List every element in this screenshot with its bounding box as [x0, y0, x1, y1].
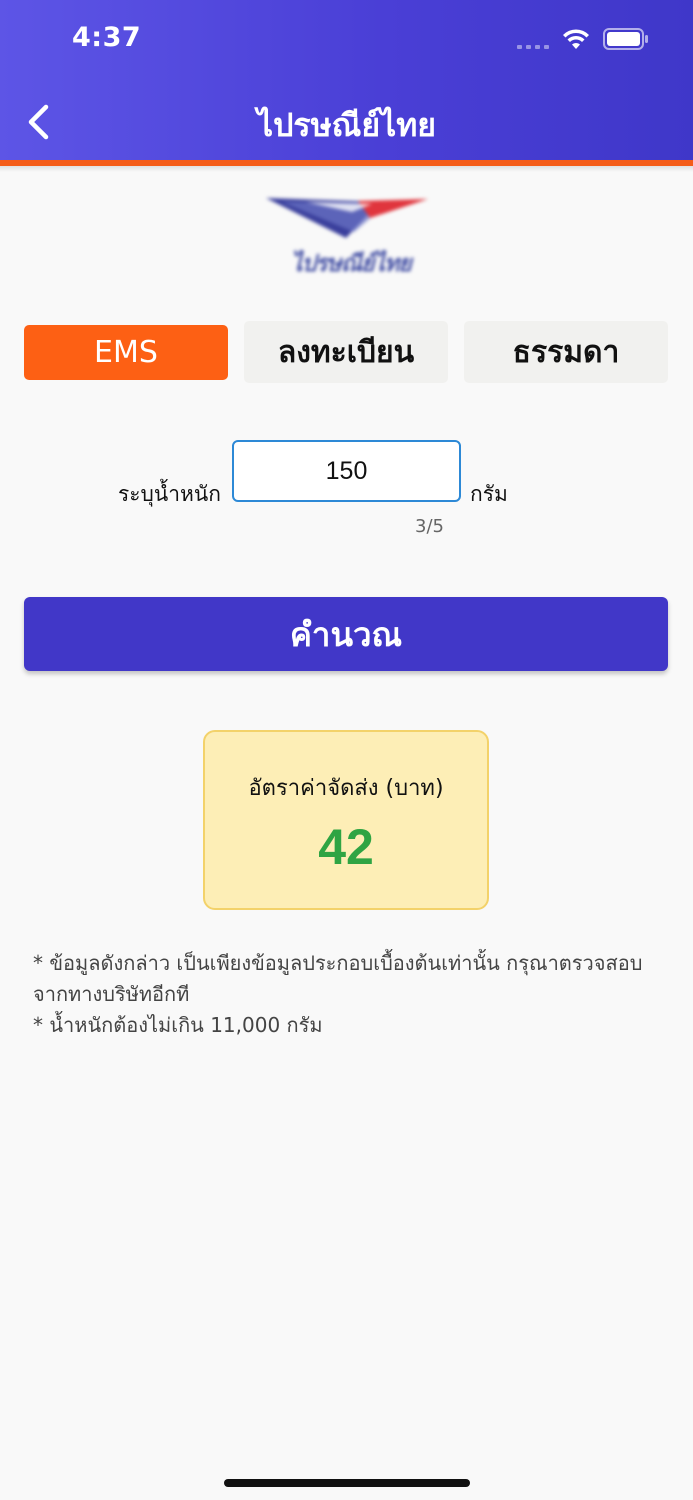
shipping-rate-card: อัตราค่าจัดส่ง (บาท) 42: [203, 730, 489, 910]
wifi-icon: [563, 29, 589, 49]
weight-label: ระบุน้ำหนัก: [118, 482, 221, 506]
shipping-rate-label: อัตราค่าจัดส่ง (บาท): [248, 776, 444, 801]
cellular-signal-icon: [517, 29, 549, 49]
shipping-rate-value: 42: [318, 819, 374, 875]
tab-normal[interactable]: ธรรมดา: [464, 321, 668, 383]
character-counter: 3/5: [415, 516, 444, 537]
status-time: 4:37: [72, 22, 142, 53]
page-title: ไปรษณีย์ไทย: [256, 106, 437, 144]
battery-icon: [603, 28, 648, 50]
logo-text: ไปรษณีย์ไทย: [291, 251, 412, 277]
disclaimer-notes: * ข้อมูลดังกล่าว เป็นเพียงข้อมูลประกอบเบ…: [33, 948, 658, 1041]
unit-label: กรัม: [470, 482, 508, 506]
tab-ems[interactable]: EMS: [24, 325, 228, 380]
tab-registered[interactable]: ลงทะเบียน: [244, 321, 448, 383]
calculate-button[interactable]: คำนวณ: [24, 597, 668, 671]
home-indicator[interactable]: [224, 1479, 470, 1487]
logo-wing-icon: [266, 198, 428, 238]
weight-input[interactable]: [232, 440, 461, 502]
status-icons: [517, 26, 649, 52]
weight-limit-note: * น้ำหนักต้องไม่เกิน 11,000 กรัม: [33, 1013, 323, 1037]
thailand-post-logo: ไปรษณีย์ไทย: [262, 192, 432, 284]
header-shadow: [0, 166, 693, 172]
screen: 4:37 ไปรษณีย์ไทย ไปรษณีย์ไทย EMS ลงทะเบี…: [0, 0, 693, 1500]
app-header: 4:37 ไปรษณีย์ไทย: [0, 0, 693, 161]
disclaimer-note: * ข้อมูลดังกล่าว เป็นเพียงข้อมูลประกอบเบ…: [33, 951, 643, 1006]
